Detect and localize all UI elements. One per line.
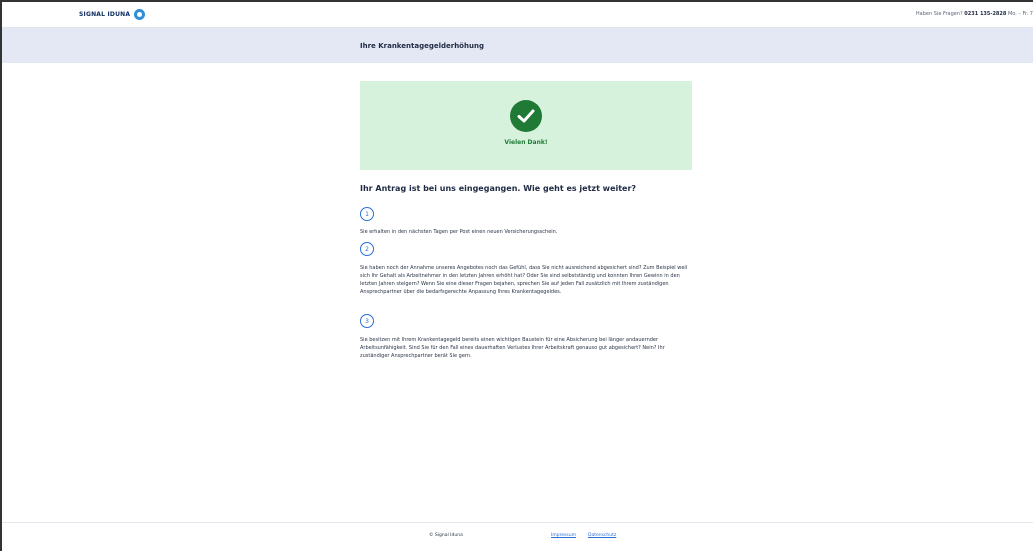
datenschutz-link[interactable]: Datenschutz xyxy=(588,533,616,538)
success-box: Vielen Dank! xyxy=(360,81,692,170)
step-number-2: 2 xyxy=(360,242,374,256)
page-footer: © Signal Iduna Impressum Datenschutz xyxy=(2,522,1033,551)
step-text-3: Sie besitzen mit Ihrem Krankentagegeld b… xyxy=(360,337,665,359)
step-number-1: 1 xyxy=(360,207,374,221)
logo-icon xyxy=(134,9,146,20)
copyright-text: © Signal Iduna xyxy=(429,533,463,538)
page-title: Ihre Krankentagegelderhöhung xyxy=(360,42,484,50)
next-steps-headline: Ihr Antrag ist bei uns eingegangen. Wie … xyxy=(360,184,637,193)
step-number-3: 3 xyxy=(360,314,374,328)
hotline-info: Haben Sie Fragen? 0231 135-2828 Mo. – Fr… xyxy=(916,11,1033,17)
step-text-1: Sie erhalten in den nächsten Tagen per P… xyxy=(360,229,558,235)
brand-logo[interactable]: SIGNAL IDUNA xyxy=(79,9,146,20)
success-message: Vielen Dank! xyxy=(504,139,548,146)
step-text-2: Sie haben noch der Annahme unseres Angeb… xyxy=(360,265,688,295)
hotline-number[interactable]: 0231 135-2828 xyxy=(964,11,1006,17)
logo-text: SIGNAL IDUNA xyxy=(79,11,131,18)
hotline-question: Haben Sie Fragen? xyxy=(915,11,963,17)
top-header: SIGNAL IDUNA Haben Sie Fragen? 0231 135-… xyxy=(2,2,1033,28)
hotline-hours: Mo. – Fr. 7 xyxy=(1007,11,1033,17)
checkmark-icon xyxy=(510,100,542,132)
title-bar: Ihre Krankentagegelderhöhung xyxy=(2,28,1033,63)
impressum-link[interactable]: Impressum xyxy=(551,533,576,538)
